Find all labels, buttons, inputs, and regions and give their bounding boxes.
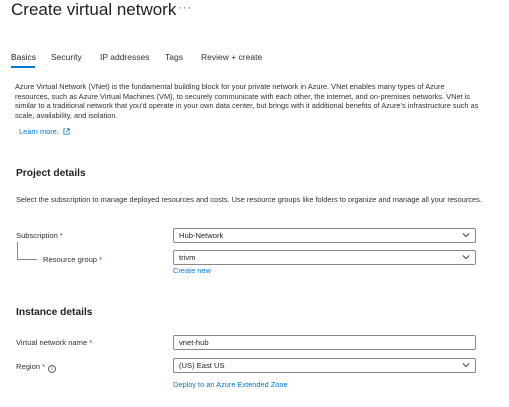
project-details-description: Select the subscription to manage deploy… — [16, 195, 482, 204]
create-new-link[interactable]: Create new — [173, 266, 211, 275]
tree-connector-vertical — [17, 242, 18, 260]
resource-group-label: Resource group * — [43, 255, 103, 264]
external-link-icon — [63, 128, 70, 135]
resource-group-value: trivm — [179, 253, 196, 262]
subscription-label: Subscription * — [16, 231, 63, 240]
learn-more-link[interactable]: Learn more. — [19, 127, 70, 136]
subscription-dropdown[interactable]: Hub-Network — [173, 228, 476, 243]
tab-security[interactable]: Security — [51, 52, 82, 62]
learn-more-label: Learn more. — [19, 127, 59, 136]
chevron-down-icon — [462, 233, 470, 238]
info-icon[interactable]: i — [48, 365, 57, 373]
tab-ip-addresses[interactable]: IP addresses — [100, 52, 149, 62]
chevron-down-icon — [462, 255, 470, 260]
project-details-heading: Project details — [16, 168, 86, 179]
tab-basics[interactable]: Basics — [11, 52, 36, 62]
extended-zone-link[interactable]: Deploy to an Azure Extended Zone — [173, 380, 288, 389]
required-marker: * — [59, 231, 63, 240]
tab-tags[interactable]: Tags — [165, 52, 183, 62]
region-label: Region * i — [16, 362, 57, 373]
region-value: (US) East US — [179, 361, 225, 370]
vnet-name-value: vnet-hub — [179, 338, 209, 347]
intro-text: Azure Virtual Network (VNet) is the fund… — [15, 82, 479, 121]
required-marker: * — [42, 362, 46, 371]
region-dropdown[interactable]: (US) East US — [173, 358, 476, 373]
vnet-name-input[interactable]: vnet-hub — [173, 335, 476, 350]
required-marker: * — [89, 338, 93, 347]
required-marker: * — [99, 255, 103, 264]
chevron-down-icon — [462, 363, 470, 368]
page-title: Create virtual network — [11, 0, 177, 19]
tab-review-create[interactable]: Review + create — [201, 52, 262, 62]
tree-connector-horizontal — [17, 259, 37, 260]
active-tab-indicator — [11, 66, 35, 68]
more-options-button[interactable]: ··· — [178, 2, 192, 14]
subscription-value: Hub-Network — [179, 231, 224, 240]
vnet-name-label: Virtual network name * — [16, 338, 93, 347]
resource-group-dropdown[interactable]: trivm — [173, 250, 476, 265]
instance-details-heading: Instance details — [16, 307, 93, 318]
